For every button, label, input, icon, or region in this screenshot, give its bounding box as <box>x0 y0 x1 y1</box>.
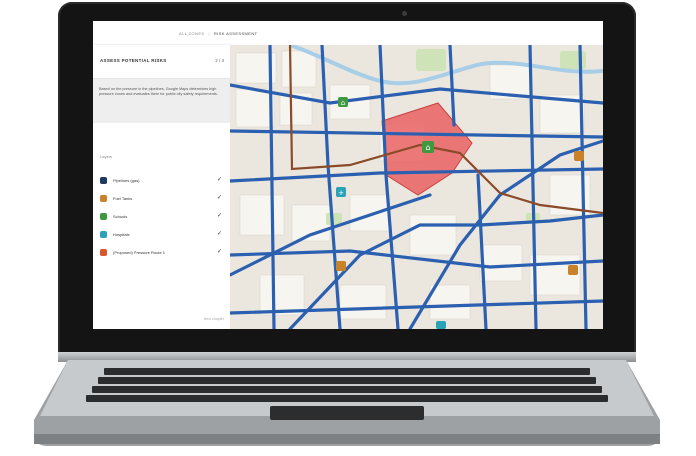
city-map[interactable]: ⌂ ⌂ + <box>230 45 603 329</box>
checkmark-icon[interactable]: ✓ <box>217 176 222 183</box>
step-counter: 2 / 3 <box>215 58 224 63</box>
layer-label: Schools <box>113 214 128 219</box>
description-text: Based on the pressure in the pipelines, … <box>99 87 218 96</box>
route-icon <box>100 249 107 256</box>
pipeline-icon <box>100 177 107 184</box>
layer-label: Pipelines (gas) <box>113 178 140 183</box>
side-panel: ASSESS POTENTIAL RISKS 2 / 3 Based on th… <box>93 45 230 329</box>
next-chapter-link[interactable]: Next chapter <box>204 317 224 321</box>
fuel-tank-marker[interactable] <box>574 151 584 161</box>
layer-list: Pipelines (gas) ✓ Fuel Tanks ✓ Schools ✓… <box>93 173 230 263</box>
trackpad <box>270 406 424 420</box>
hospital-icon <box>100 231 107 238</box>
layer-label: (Proposed) Pressure Route 1 <box>113 250 166 255</box>
hospital-marker[interactable]: + <box>336 187 346 197</box>
fuel-tank-marker[interactable] <box>336 261 346 271</box>
breadcrumb-current: RISK ASSESSMENT <box>213 31 258 36</box>
layer-label: Fuel Tanks <box>113 196 133 201</box>
camera-icon <box>402 11 407 16</box>
school-marker[interactable]: ⌂ <box>338 97 348 107</box>
checkmark-icon[interactable]: ✓ <box>217 248 222 255</box>
fuel-tank-marker[interactable] <box>568 265 578 275</box>
app-top-bar: ALL ZONES | RISK ASSESSMENT <box>93 21 603 46</box>
layer-label: Hospitals <box>113 232 130 237</box>
layer-item-schools[interactable]: Schools ✓ <box>93 209 230 227</box>
laptop-scene: ALL ZONES | RISK ASSESSMENT ASSESS POTENTI… <box>0 0 696 456</box>
laptop-base <box>34 360 660 446</box>
fuel-tank-icon <box>100 195 107 202</box>
laptop-screen: ALL ZONES | RISK ASSESSMENT ASSESS POTENTI… <box>93 21 603 329</box>
panel-title: ASSESS POTENTIAL RISKS <box>100 58 167 63</box>
panel-description: Based on the pressure in the pipelines, … <box>93 79 230 123</box>
breadcrumb: ALL ZONES | RISK ASSESSMENT <box>179 31 258 36</box>
layer-item-hospitals[interactable]: Hospitals ✓ <box>93 227 230 245</box>
checkmark-icon[interactable]: ✓ <box>217 212 222 219</box>
breadcrumb-root[interactable]: ALL ZONES <box>179 31 204 36</box>
layer-item-fuel-tanks[interactable]: Fuel Tanks ✓ <box>93 191 230 209</box>
school-marker[interactable]: ⌂ <box>422 141 434 153</box>
layer-item-pipelines[interactable]: Pipelines (gas) ✓ <box>93 173 230 191</box>
checkmark-icon[interactable]: ✓ <box>217 194 222 201</box>
layers-heading: Layers <box>100 154 113 159</box>
svg-text:⌂: ⌂ <box>341 99 345 107</box>
panel-header: ASSESS POTENTIAL RISKS 2 / 3 <box>93 45 230 79</box>
svg-text:+: + <box>338 189 344 197</box>
hospital-marker[interactable] <box>436 321 446 329</box>
layer-item-pressure-route[interactable]: (Proposed) Pressure Route 1 ✓ <box>93 245 230 263</box>
checkmark-icon[interactable]: ✓ <box>217 230 222 237</box>
svg-text:⌂: ⌂ <box>425 143 430 152</box>
school-icon <box>100 213 107 220</box>
